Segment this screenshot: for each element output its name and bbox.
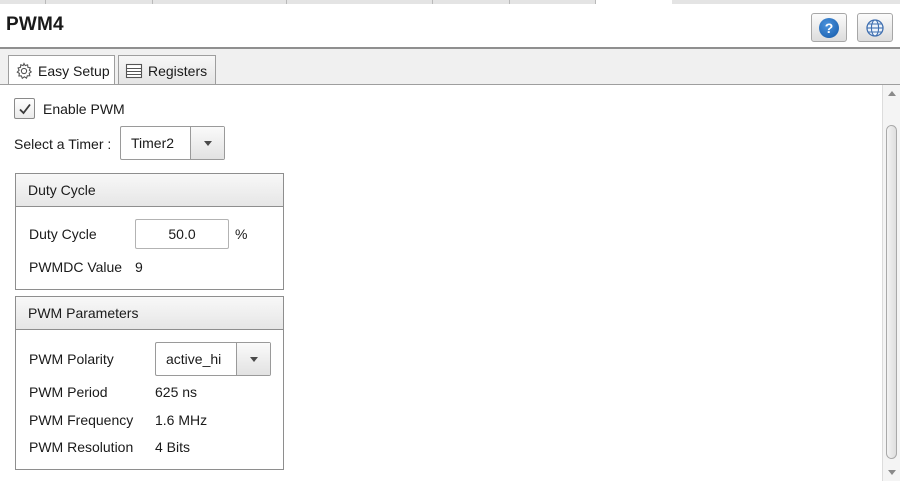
pwm-polarity-label: PWM Polarity	[29, 351, 114, 367]
pwm-frequency-value: 1.6 MHz	[155, 412, 208, 428]
pwmdc-label: PWMDC Value	[29, 259, 123, 275]
scrollbar-thumb[interactable]	[886, 125, 897, 459]
check-icon	[18, 103, 31, 114]
timer-select-value: Timer2	[131, 135, 175, 151]
duty-cycle-unit: %	[235, 226, 248, 242]
pwm-polarity-value: active_hi	[166, 351, 222, 367]
pwm-polarity-dropdown-arrow[interactable]	[236, 343, 270, 375]
help-button[interactable]: ?	[811, 13, 847, 42]
pwm-parameters-group-title: PWM Parameters	[16, 297, 283, 330]
duty-cycle-label: Duty Cycle	[29, 226, 97, 242]
help-icon: ?	[819, 17, 839, 38]
duty-cycle-group-title: Duty Cycle	[16, 174, 283, 207]
easy-setup-panel: Enable PWM Select a Timer : Timer2 Duty …	[0, 85, 882, 481]
chevron-down-icon	[887, 470, 896, 475]
globe-icon	[866, 18, 884, 37]
vertical-scrollbar[interactable]	[882, 85, 900, 481]
tab-easy-setup[interactable]: Easy Setup	[8, 55, 115, 86]
duty-cycle-group: Duty Cycle Duty Cycle 50.0 % PWMDC Value…	[15, 173, 284, 290]
pwm-resolution-label: PWM Resolution	[29, 439, 134, 455]
tab-registers[interactable]: Registers	[118, 55, 216, 85]
pwm-resolution-value: 4 Bits	[155, 439, 191, 455]
scroll-down-button[interactable]	[883, 464, 900, 481]
gear-icon	[16, 62, 33, 80]
window-title: PWM4	[6, 14, 64, 35]
enable-pwm-label: Enable PWM	[43, 100, 125, 117]
globe-button[interactable]	[857, 13, 893, 42]
scroll-up-button[interactable]	[883, 85, 900, 102]
pwm-parameters-group: PWM Parameters PWM Polarity active_hi PW…	[15, 296, 284, 470]
tab-bar: Easy Setup Registers	[0, 49, 900, 86]
pwm-period-label: PWM Period	[29, 384, 108, 400]
pwm-frequency-label: PWM Frequency	[29, 412, 134, 428]
tab-easy-setup-label: Easy Setup	[38, 63, 110, 79]
top-tab-strip	[0, 0, 900, 4]
duty-cycle-input[interactable]: 50.0	[135, 219, 229, 249]
pwm-period-value: 625 ns	[155, 384, 198, 400]
tab-registers-label: Registers	[148, 62, 208, 79]
timer-label: Select a Timer :	[14, 136, 112, 152]
timer-select[interactable]: Timer2	[120, 126, 225, 160]
chevron-down-icon	[249, 356, 258, 362]
chevron-down-icon	[203, 140, 212, 146]
timer-dropdown-arrow[interactable]	[190, 127, 224, 159]
registers-icon	[125, 63, 143, 78]
chevron-up-icon	[887, 91, 896, 96]
enable-pwm-checkbox[interactable]	[14, 98, 35, 119]
pwmdc-value: 9	[135, 259, 143, 275]
enable-pwm-row: Enable PWM	[14, 98, 125, 119]
pwm-polarity-select[interactable]: active_hi	[155, 342, 271, 376]
